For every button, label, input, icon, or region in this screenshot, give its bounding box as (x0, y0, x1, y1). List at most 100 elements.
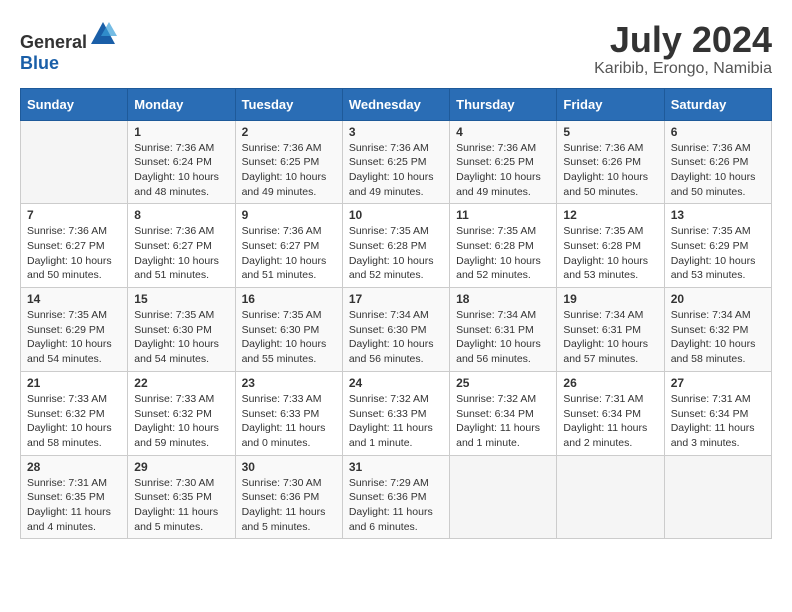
calendar-cell: 10 Sunrise: 7:35 AMSunset: 6:28 PMDayligh… (342, 204, 449, 288)
weekday-header-row: SundayMondayTuesdayWednesdayThursdayFrid… (21, 88, 772, 120)
weekday-header-saturday: Saturday (664, 88, 771, 120)
day-info: Sunrise: 7:32 AMSunset: 6:33 PMDaylight:… (349, 392, 443, 451)
title-section: July 2024 Karibib, Erongo, Namibia (594, 20, 772, 78)
weekday-header-monday: Monday (128, 88, 235, 120)
day-number: 29 (134, 460, 228, 474)
day-info: Sunrise: 7:36 AMSunset: 6:27 PMDaylight:… (27, 224, 121, 283)
calendar-cell: 1Sunrise: 7:36 AMSunset: 6:24 PMDaylight… (128, 120, 235, 204)
logo-icon (89, 20, 117, 48)
day-info: Sunrise: 7:36 AMSunset: 6:25 PMDaylight:… (349, 141, 443, 200)
day-info: Sunrise: 7:35 AMSunset: 6:28 PMDaylight:… (563, 224, 657, 283)
calendar-cell: 27 Sunrise: 7:31 AMSunset: 6:34 PMDayligh… (664, 371, 771, 455)
day-number: 6 (671, 125, 765, 139)
day-info: Sunrise: 7:36 AMSunset: 6:25 PMDaylight:… (242, 141, 336, 200)
calendar-cell (450, 455, 557, 539)
calendar-cell: 17 Sunrise: 7:34 AMSunset: 6:30 PMDayligh… (342, 288, 449, 372)
calendar-cell: 25 Sunrise: 7:32 AMSunset: 6:34 PMDayligh… (450, 371, 557, 455)
day-number: 25 (456, 376, 550, 390)
calendar-cell (21, 120, 128, 204)
day-info: Sunrise: 7:34 AMSunset: 6:30 PMDaylight:… (349, 308, 443, 367)
day-info: Sunrise: 7:35 AMSunset: 6:29 PMDaylight:… (671, 224, 765, 283)
logo-text: General Blue (20, 20, 117, 74)
day-number: 22 (134, 376, 228, 390)
day-number: 13 (671, 208, 765, 222)
day-number: 17 (349, 292, 443, 306)
logo-blue: Blue (20, 53, 59, 73)
calendar-cell: 7 Sunrise: 7:36 AMSunset: 6:27 PMDaylight… (21, 204, 128, 288)
day-number: 5 (563, 125, 657, 139)
calendar-week-5: 28Sunrise: 7:31 AMSunset: 6:35 PMDayligh… (21, 455, 772, 539)
calendar-cell: 16 Sunrise: 7:35 AMSunset: 6:30 PMDayligh… (235, 288, 342, 372)
day-number: 14 (27, 292, 121, 306)
day-info: Sunrise: 7:33 AMSunset: 6:32 PMDaylight:… (134, 392, 228, 451)
day-number: 24 (349, 376, 443, 390)
day-info: Sunrise: 7:31 AMSunset: 6:35 PMDaylight:… (27, 476, 121, 535)
weekday-header-wednesday: Wednesday (342, 88, 449, 120)
logo: General Blue (20, 20, 117, 74)
calendar-body: 1Sunrise: 7:36 AMSunset: 6:24 PMDaylight… (21, 120, 772, 539)
day-info: Sunrise: 7:34 AMSunset: 6:31 PMDaylight:… (456, 308, 550, 367)
calendar-cell: 5 Sunrise: 7:36 AMSunset: 6:26 PMDaylight… (557, 120, 664, 204)
calendar-cell: 2Sunrise: 7:36 AMSunset: 6:25 PMDaylight… (235, 120, 342, 204)
calendar-cell: 19 Sunrise: 7:34 AMSunset: 6:31 PMDayligh… (557, 288, 664, 372)
weekday-header-tuesday: Tuesday (235, 88, 342, 120)
day-number: 20 (671, 292, 765, 306)
day-number: 26 (563, 376, 657, 390)
day-number: 15 (134, 292, 228, 306)
calendar-cell: 6 Sunrise: 7:36 AMSunset: 6:26 PMDaylight… (664, 120, 771, 204)
day-number: 18 (456, 292, 550, 306)
day-info: Sunrise: 7:30 AMSunset: 6:36 PMDaylight:… (242, 476, 336, 535)
day-number: 31 (349, 460, 443, 474)
day-info: Sunrise: 7:31 AMSunset: 6:34 PMDaylight:… (671, 392, 765, 451)
calendar-cell: 15 Sunrise: 7:35 AMSunset: 6:30 PMDayligh… (128, 288, 235, 372)
calendar-cell: 26 Sunrise: 7:31 AMSunset: 6:34 PMDayligh… (557, 371, 664, 455)
calendar-cell: 21Sunrise: 7:33 AMSunset: 6:32 PMDayligh… (21, 371, 128, 455)
calendar-cell: 29Sunrise: 7:30 AMSunset: 6:35 PMDayligh… (128, 455, 235, 539)
day-number: 3 (349, 125, 443, 139)
day-info: Sunrise: 7:31 AMSunset: 6:34 PMDaylight:… (563, 392, 657, 451)
day-number: 19 (563, 292, 657, 306)
day-number: 11 (456, 208, 550, 222)
weekday-header-thursday: Thursday (450, 88, 557, 120)
calendar-cell: 12 Sunrise: 7:35 AMSunset: 6:28 PMDayligh… (557, 204, 664, 288)
day-number: 30 (242, 460, 336, 474)
calendar-cell: 4Sunrise: 7:36 AMSunset: 6:25 PMDaylight… (450, 120, 557, 204)
day-number: 23 (242, 376, 336, 390)
day-info: Sunrise: 7:35 AMSunset: 6:30 PMDaylight:… (134, 308, 228, 367)
calendar-cell: 20Sunrise: 7:34 AMSunset: 6:32 PMDayligh… (664, 288, 771, 372)
calendar-header: SundayMondayTuesdayWednesdayThursdayFrid… (21, 88, 772, 120)
day-info: Sunrise: 7:36 AMSunset: 6:25 PMDaylight:… (456, 141, 550, 200)
calendar-week-2: 7 Sunrise: 7:36 AMSunset: 6:27 PMDaylight… (21, 204, 772, 288)
day-info: Sunrise: 7:36 AMSunset: 6:26 PMDaylight:… (563, 141, 657, 200)
day-number: 7 (27, 208, 121, 222)
calendar-cell: 24 Sunrise: 7:32 AMSunset: 6:33 PMDayligh… (342, 371, 449, 455)
calendar-week-3: 14Sunrise: 7:35 AMSunset: 6:29 PMDayligh… (21, 288, 772, 372)
day-number: 12 (563, 208, 657, 222)
day-info: Sunrise: 7:35 AMSunset: 6:28 PMDaylight:… (456, 224, 550, 283)
day-info: Sunrise: 7:36 AMSunset: 6:26 PMDaylight:… (671, 141, 765, 200)
calendar-cell: 28Sunrise: 7:31 AMSunset: 6:35 PMDayligh… (21, 455, 128, 539)
calendar-cell: 22 Sunrise: 7:33 AMSunset: 6:32 PMDayligh… (128, 371, 235, 455)
day-number: 1 (134, 125, 228, 139)
day-number: 10 (349, 208, 443, 222)
calendar-cell: 3 Sunrise: 7:36 AMSunset: 6:25 PMDaylight… (342, 120, 449, 204)
calendar-cell: 23Sunrise: 7:33 AMSunset: 6:33 PMDayligh… (235, 371, 342, 455)
day-info: Sunrise: 7:35 AMSunset: 6:28 PMDaylight:… (349, 224, 443, 283)
day-number: 9 (242, 208, 336, 222)
day-number: 16 (242, 292, 336, 306)
day-info: Sunrise: 7:35 AMSunset: 6:30 PMDaylight:… (242, 308, 336, 367)
calendar-cell: 11 Sunrise: 7:35 AMSunset: 6:28 PMDayligh… (450, 204, 557, 288)
calendar-week-1: 1Sunrise: 7:36 AMSunset: 6:24 PMDaylight… (21, 120, 772, 204)
location-subtitle: Karibib, Erongo, Namibia (594, 60, 772, 78)
logo-general: General (20, 32, 87, 52)
calendar-cell: 30 Sunrise: 7:30 AMSunset: 6:36 PMDayligh… (235, 455, 342, 539)
day-info: Sunrise: 7:34 AMSunset: 6:31 PMDaylight:… (563, 308, 657, 367)
calendar-cell: 8Sunrise: 7:36 AMSunset: 6:27 PMDaylight… (128, 204, 235, 288)
calendar-cell: 9Sunrise: 7:36 AMSunset: 6:27 PMDaylight… (235, 204, 342, 288)
calendar-cell: 14Sunrise: 7:35 AMSunset: 6:29 PMDayligh… (21, 288, 128, 372)
day-info: Sunrise: 7:32 AMSunset: 6:34 PMDaylight:… (456, 392, 550, 451)
calendar-cell: 13 Sunrise: 7:35 AMSunset: 6:29 PMDayligh… (664, 204, 771, 288)
calendar-table: SundayMondayTuesdayWednesdayThursdayFrid… (20, 88, 772, 540)
weekday-header-friday: Friday (557, 88, 664, 120)
day-number: 27 (671, 376, 765, 390)
